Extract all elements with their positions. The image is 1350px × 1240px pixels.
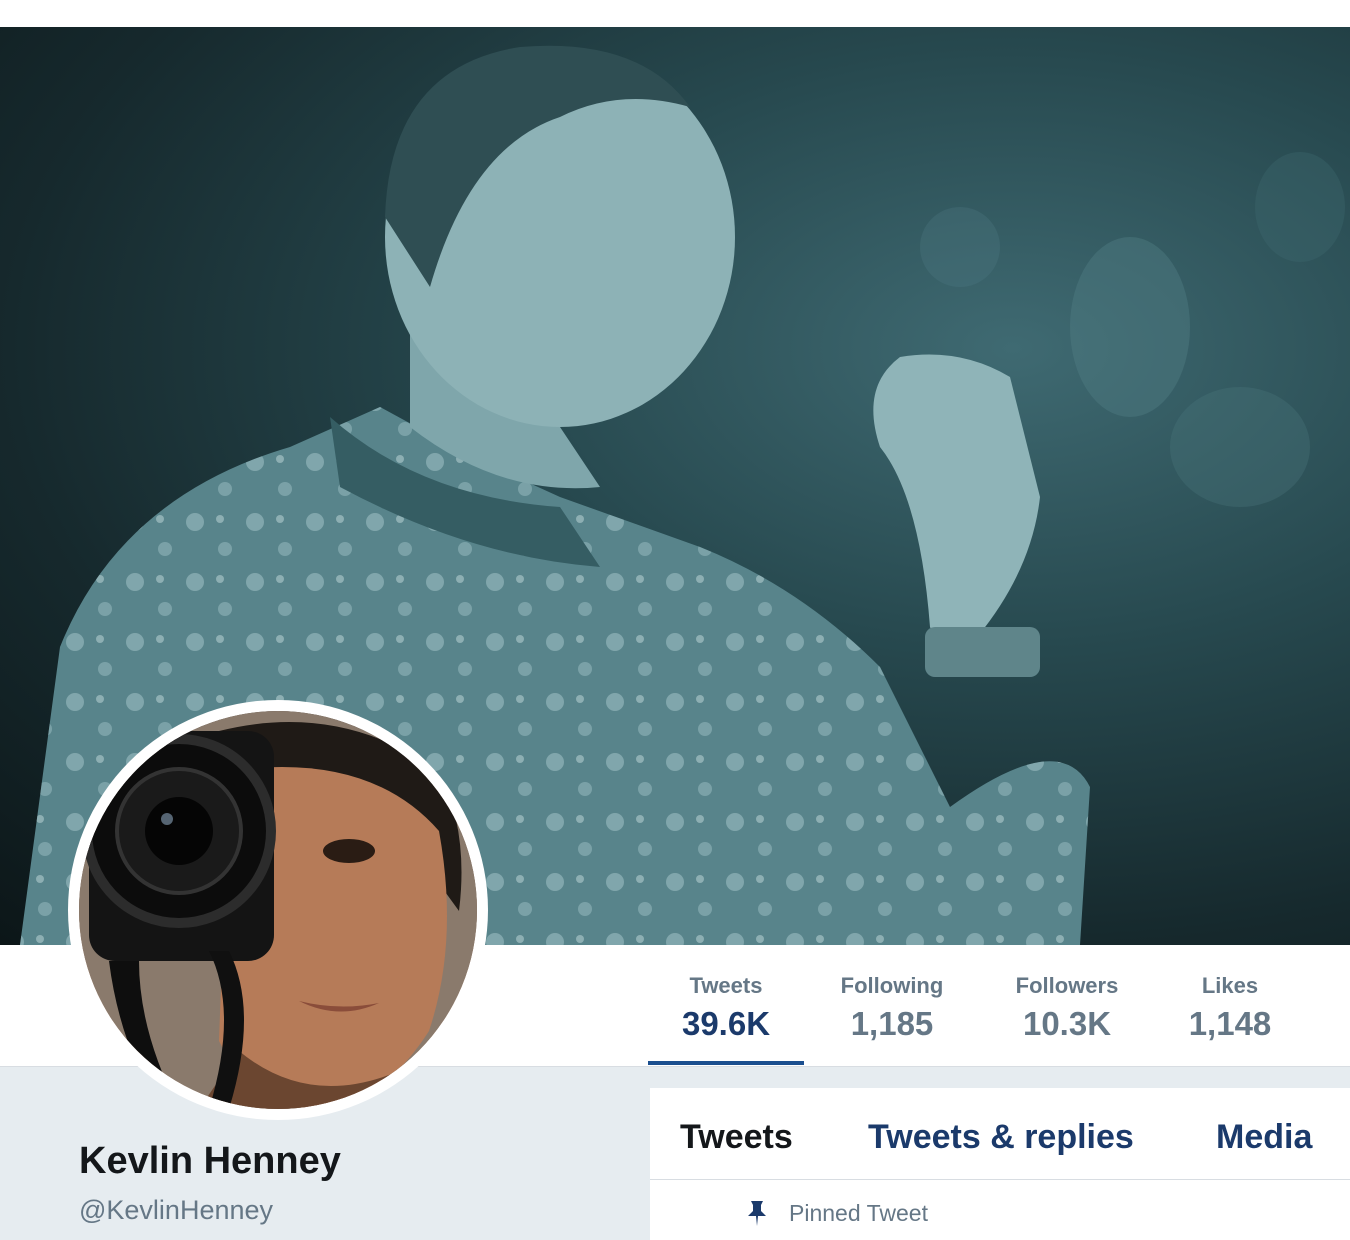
stat-tweets[interactable]: Tweets 39.6K: [648, 945, 804, 1065]
stat-likes[interactable]: Likes 1,148: [1170, 945, 1290, 1065]
tabs-divider: [650, 1179, 1350, 1180]
stat-following-value: 1,185: [850, 1005, 934, 1042]
stat-following[interactable]: Following 1,185: [818, 945, 966, 1065]
stat-likes-label: Likes: [1201, 973, 1259, 998]
stat-followers-label: Followers: [1015, 973, 1119, 998]
stat-tweets-label: Tweets: [689, 973, 763, 998]
stat-followers-value: 10.3K: [1022, 1005, 1112, 1042]
profile-photo: [79, 711, 477, 1109]
profile-handle[interactable]: @KevlinHenney: [79, 1195, 273, 1226]
pinned-tweet-header: Pinned Tweet: [745, 1198, 928, 1228]
tweets-panel: Tweets Tweets & replies Media Pinned Twe…: [650, 1088, 1350, 1240]
tab-tweets-and-replies[interactable]: Tweets & replies: [868, 1118, 1134, 1157]
stat-followers[interactable]: Followers 10.3K: [992, 945, 1142, 1065]
stat-likes-value: 1,148: [1188, 1005, 1272, 1042]
active-stat-underline: [648, 1061, 804, 1065]
tab-media[interactable]: Media: [1216, 1118, 1312, 1157]
stat-following-label: Following: [840, 973, 944, 998]
pinned-tweet-label: Pinned Tweet: [789, 1199, 928, 1226]
tab-tweets[interactable]: Tweets: [680, 1118, 793, 1157]
top-strip: [0, 0, 1350, 27]
profile-name[interactable]: Kevlin Henney: [79, 1140, 341, 1183]
pin-icon: [748, 1201, 766, 1226]
avatar[interactable]: [68, 700, 488, 1120]
stat-tweets-value: 39.6K: [681, 1005, 771, 1042]
